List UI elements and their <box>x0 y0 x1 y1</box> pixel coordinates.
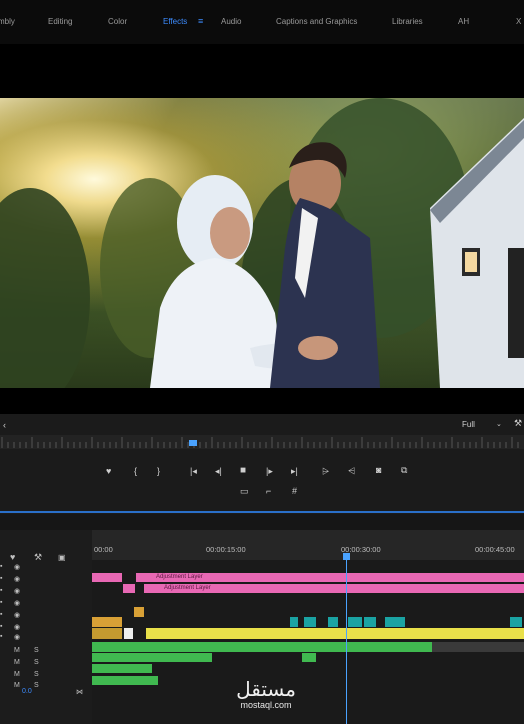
go-to-out-icon[interactable]: ▸| <box>291 467 298 476</box>
adjustment-clip[interactable] <box>123 584 135 593</box>
audio-clip[interactable] <box>92 653 212 662</box>
lock-icon[interactable]: ▪ <box>0 611 2 618</box>
track-header-rows: ▪ ◉ ▪ ◉ ▪ ◉ ▪ ◉ ▪ ◉ ▪ ◉ ▪ ◉ M S M S M S … <box>0 560 92 690</box>
workspace-tab-editing[interactable]: Editing <box>48 17 72 26</box>
audio-clip[interactable] <box>92 642 432 652</box>
collapse-icon[interactable]: ⋈ <box>76 688 83 696</box>
lock-icon[interactable]: ▪ <box>0 599 2 606</box>
lift-icon[interactable]: ⩥ <box>322 467 329 476</box>
video-clip[interactable] <box>510 617 522 627</box>
video-clip[interactable] <box>364 617 376 627</box>
chevron-down-icon[interactable]: ⌄ <box>496 421 502 428</box>
timecode-label: 00:00:45:00 <box>475 545 515 554</box>
step-back-icon[interactable]: ◂| <box>215 467 222 476</box>
video-clip[interactable] <box>124 628 133 639</box>
safe-margins-icon[interactable]: ▭ <box>240 487 249 496</box>
mute-button[interactable]: M <box>14 659 20 666</box>
in-point-icon[interactable]: { <box>134 467 137 476</box>
mute-button[interactable]: M <box>14 682 20 689</box>
lock-icon[interactable]: ▪ <box>0 587 2 594</box>
watermark: مستقل mostaql.com <box>226 678 306 710</box>
panel-divider <box>0 511 524 513</box>
eye-icon[interactable]: ◉ <box>14 611 20 619</box>
timecode-ruler[interactable] <box>92 530 524 560</box>
monitor-controls: ‹ Full ⌄ ⚒ <box>0 414 524 514</box>
eye-icon[interactable]: ◉ <box>14 623 20 631</box>
video-clip[interactable] <box>304 617 316 627</box>
extract-icon[interactable]: ⩤ <box>348 467 355 476</box>
eye-icon[interactable]: ◉ <box>14 587 20 595</box>
monitor-scrub-ruler[interactable] <box>0 435 524 449</box>
solo-button[interactable]: S <box>34 682 39 689</box>
video-clip[interactable] <box>290 617 298 627</box>
crop-icon[interactable]: ⌐ <box>266 487 271 496</box>
video-clip[interactable] <box>92 617 122 627</box>
workspace-tab-assembly[interactable]: mbly <box>0 17 15 26</box>
workspace-bar: mbly Editing Color Effects ≡ Audio Capti… <box>0 0 524 44</box>
timecode-label: 00:00:15:00 <box>206 545 246 554</box>
settings-grid-icon[interactable]: # <box>292 487 297 496</box>
workspace-tab-captions-graphics[interactable]: Captions and Graphics <box>276 17 357 26</box>
playhead[interactable] <box>346 553 347 724</box>
compare-icon[interactable]: ⧉ <box>401 466 407 475</box>
go-to-in-icon[interactable]: |◂ <box>190 467 197 476</box>
video-clip[interactable] <box>328 617 338 627</box>
workspace-tab-x[interactable]: X <box>516 17 521 26</box>
watermark-latin: mostaql.com <box>240 700 292 710</box>
audio-clip[interactable] <box>302 653 316 662</box>
lock-icon[interactable]: ▪ <box>0 623 2 630</box>
step-forward-icon[interactable]: |▸ <box>266 467 273 476</box>
eye-icon[interactable]: ◉ <box>14 575 20 583</box>
video-clip[interactable] <box>385 617 405 627</box>
camera-icon[interactable]: ◙ <box>376 466 381 475</box>
adjustment-clip[interactable] <box>92 573 122 582</box>
stop-icon[interactable]: ■ <box>240 466 246 476</box>
mute-button[interactable]: M <box>14 647 20 654</box>
marker-icon[interactable]: ♥ <box>106 467 111 476</box>
program-monitor-video-frame <box>0 98 524 388</box>
audio-clip[interactable] <box>92 664 152 673</box>
ruler-ticks <box>1 437 519 448</box>
video-frame-image <box>0 98 524 388</box>
video-clip[interactable] <box>348 617 362 627</box>
workspace-tab-ah[interactable]: AH <box>458 17 469 26</box>
workspace-tab-libraries[interactable]: Libraries <box>392 17 423 26</box>
workspace-tab-effects[interactable]: Effects <box>163 17 187 26</box>
audio-level-value[interactable]: 0.0 <box>22 688 32 695</box>
solo-button[interactable]: S <box>34 647 39 654</box>
timecode-label: 00:00 <box>94 545 113 554</box>
timeline-tracks: Adjustment Layer Adjustment Layer <box>92 560 524 724</box>
chevron-left-icon[interactable]: ‹ <box>3 421 6 430</box>
lock-icon[interactable]: ▪ <box>0 563 2 570</box>
audio-clip[interactable] <box>92 676 158 685</box>
video-clip[interactable] <box>92 628 122 639</box>
adjustment-layer-clip[interactable]: Adjustment Layer <box>136 573 524 582</box>
adjustment-layer-clip[interactable]: Adjustment Layer <box>144 584 524 593</box>
workspace-tab-audio[interactable]: Audio <box>221 17 241 26</box>
eye-icon[interactable]: ◉ <box>14 633 20 641</box>
lock-icon[interactable]: ▪ <box>0 633 2 640</box>
solo-button[interactable]: S <box>34 671 39 678</box>
mute-button[interactable]: M <box>14 671 20 678</box>
workspace-menu-icon[interactable]: ≡ <box>198 16 203 26</box>
resolution-select[interactable]: Full <box>462 421 475 429</box>
watermark-arabic: مستقل <box>236 677 296 701</box>
video-track-clips[interactable] <box>146 628 524 639</box>
wrench-icon[interactable]: ⚒ <box>514 419 522 428</box>
video-clip[interactable] <box>134 607 144 617</box>
lock-icon[interactable]: ▪ <box>0 575 2 582</box>
out-point-icon[interactable]: } <box>157 467 160 476</box>
solo-button[interactable]: S <box>34 659 39 666</box>
workspace-tab-color[interactable]: Color <box>108 17 127 26</box>
playhead-handle[interactable] <box>343 553 350 560</box>
eye-icon[interactable]: ◉ <box>14 563 20 571</box>
eye-icon[interactable]: ◉ <box>14 599 20 607</box>
